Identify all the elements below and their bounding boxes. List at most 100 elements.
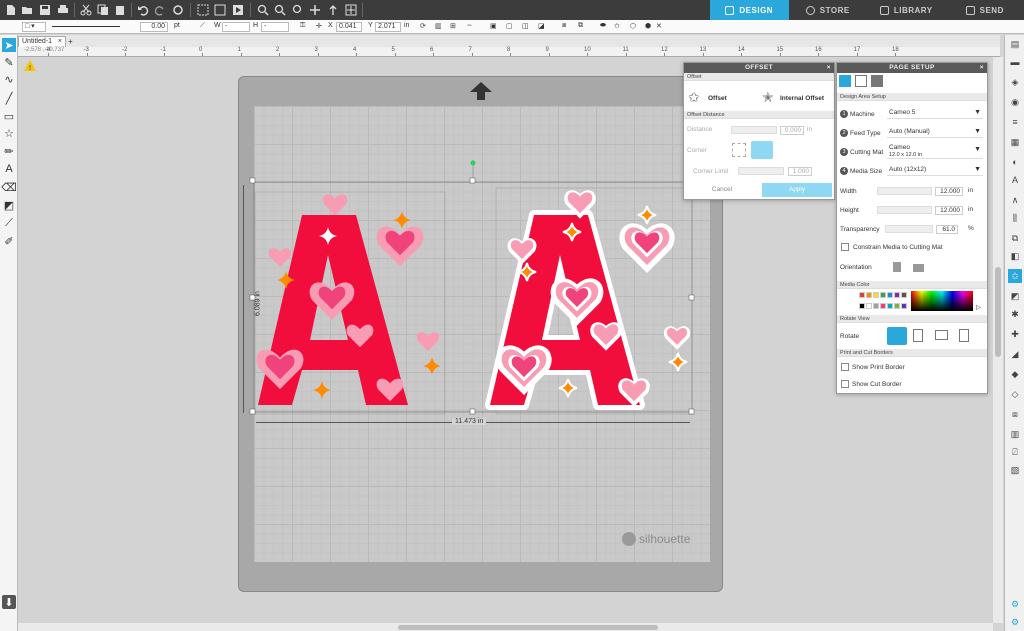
- color-swatch[interactable]: [880, 292, 886, 298]
- feed-type-select[interactable]: Auto (Manual) ▼: [887, 127, 983, 138]
- page-setup-tab-icon[interactable]: [839, 75, 851, 87]
- save-icon[interactable]: [38, 3, 52, 17]
- replicate-icon[interactable]: ⧉: [1008, 231, 1022, 245]
- copy-icon[interactable]: [96, 3, 110, 17]
- pan-icon[interactable]: [308, 3, 322, 17]
- color-swatch[interactable]: [894, 302, 900, 309]
- width-input[interactable]: 12.000: [935, 187, 963, 196]
- y-input[interactable]: 2.071: [375, 22, 401, 32]
- color-swatch[interactable]: [894, 292, 900, 298]
- color-swatch[interactable]: [901, 292, 907, 298]
- width-slider[interactable]: [877, 187, 932, 195]
- line-width-input[interactable]: 0.00: [140, 22, 168, 32]
- zoom-out-icon[interactable]: [273, 3, 287, 17]
- map-icon[interactable]: ▥: [1008, 427, 1022, 441]
- select-all-icon[interactable]: [196, 3, 210, 17]
- spectrum-arrow-icon[interactable]: ▷: [976, 303, 981, 311]
- tab-store[interactable]: STORE: [789, 0, 868, 20]
- color-swatch[interactable]: [873, 302, 879, 309]
- release-icon[interactable]: ◪: [538, 22, 545, 30]
- deselect-icon[interactable]: [213, 3, 227, 17]
- show-cut-border-checkbox[interactable]: [841, 380, 849, 388]
- open-folder-icon[interactable]: [20, 3, 34, 17]
- rotate-270-button[interactable]: [959, 329, 969, 342]
- cancel-button[interactable]: Cancel: [688, 183, 756, 197]
- color-swatch[interactable]: [887, 292, 893, 298]
- fit-page-icon[interactable]: [326, 3, 340, 17]
- page-setup-icon[interactable]: ▤: [1008, 37, 1022, 51]
- transparency-slider[interactable]: [885, 225, 933, 233]
- corner-round-button[interactable]: [751, 141, 773, 159]
- resize-handle[interactable]: [469, 408, 476, 415]
- resize-handle[interactable]: [688, 294, 695, 301]
- new-file-icon[interactable]: [4, 3, 18, 17]
- refresh-icon[interactable]: [171, 3, 185, 17]
- select-tool-icon[interactable]: [231, 3, 245, 17]
- path-tool-icon[interactable]: ∿: [2, 72, 16, 86]
- tab-library[interactable]: LIBRARY: [867, 0, 946, 20]
- compound-icon[interactable]: ◫: [522, 22, 529, 30]
- transparency-icon[interactable]: ◐: [1008, 155, 1022, 169]
- color-swatch[interactable]: [866, 292, 872, 298]
- download-icon[interactable]: ⬇: [2, 595, 16, 609]
- line-style-picker[interactable]: [52, 26, 120, 27]
- lock-ratio-icon[interactable]: ⚿: [300, 22, 305, 30]
- width-input[interactable]: -: [222, 22, 250, 32]
- polygon-tool-icon[interactable]: ☆: [2, 126, 16, 140]
- eyedropper-tool-icon[interactable]: ✐: [2, 234, 16, 248]
- cut-icon[interactable]: [79, 3, 93, 17]
- eraser-tool-icon[interactable]: ◩: [2, 198, 16, 212]
- text-to-path-icon[interactable]: ⍁: [1008, 445, 1022, 459]
- nesting-icon[interactable]: ◆: [1008, 367, 1022, 381]
- transform-icon[interactable]: ◧: [1008, 249, 1022, 263]
- vertical-scrollbar[interactable]: [993, 57, 1003, 623]
- landscape-icon[interactable]: [913, 264, 924, 272]
- x-input[interactable]: 0.041: [336, 22, 362, 32]
- height-slider[interactable]: [877, 206, 932, 214]
- color-icon[interactable]: ◉: [1008, 95, 1022, 109]
- letter-a-offset[interactable]: [490, 192, 691, 405]
- corner-limit-slider[interactable]: [738, 167, 784, 175]
- grid-tab-icon[interactable]: [855, 75, 867, 87]
- constrain-media-checkbox[interactable]: [841, 243, 849, 251]
- mirror-icon[interactable]: ⧈: [562, 22, 566, 30]
- help-icon[interactable]: ⚙: [1008, 615, 1022, 629]
- horizontal-scrollbar[interactable]: [18, 623, 993, 631]
- align-center-icon[interactable]: ⊞: [450, 22, 456, 30]
- weld-icon[interactable]: ⬬: [600, 22, 606, 30]
- corner-limit-input[interactable]: 1.000: [788, 167, 812, 176]
- zoom-in-icon[interactable]: [256, 3, 270, 17]
- rotate-handle[interactable]: [470, 160, 476, 166]
- layout-tab-icon[interactable]: [871, 75, 883, 87]
- pencil-tool-icon[interactable]: ✏: [2, 144, 16, 158]
- rotate-180-button[interactable]: [935, 330, 948, 340]
- rotate-icon[interactable]: ⟳: [420, 22, 426, 30]
- zoom-box-icon[interactable]: [291, 3, 305, 17]
- fill-pattern-icon[interactable]: ▦: [1008, 135, 1022, 149]
- rotate-90-button[interactable]: [913, 329, 923, 342]
- new-tab-button[interactable]: +: [68, 37, 73, 46]
- machine-select[interactable]: Cameo 5 ▼: [887, 108, 983, 119]
- color-swatch[interactable]: [873, 292, 879, 298]
- align-panel-icon[interactable]: ⫼: [1008, 211, 1022, 225]
- resize-handle[interactable]: [688, 408, 695, 415]
- color-swatch[interactable]: [866, 302, 872, 309]
- line-color-picker[interactable]: □ ▾: [22, 22, 46, 32]
- ungroup-icon[interactable]: ▢: [506, 22, 513, 30]
- modify-icon[interactable]: ✱: [1008, 307, 1022, 321]
- height-input[interactable]: 12.000: [935, 206, 963, 215]
- close-icon[interactable]: ✕: [656, 22, 662, 30]
- show-print-border-checkbox[interactable]: [841, 363, 849, 371]
- internal-offset-button[interactable]: ✭ Internal Offset: [760, 87, 834, 109]
- color-spectrum-picker[interactable]: [911, 291, 973, 311]
- cutting-mat-select[interactable]: Cameo 12.0 x 12.0 in ▼: [887, 143, 983, 159]
- resize-handle[interactable]: [249, 408, 256, 415]
- layers-icon[interactable]: ◇: [1008, 387, 1022, 401]
- print-icon[interactable]: [56, 3, 70, 17]
- text-style-icon[interactable]: A: [1008, 173, 1022, 187]
- tab-design[interactable]: DESIGN: [710, 0, 789, 20]
- trace-icon[interactable]: ◩: [1008, 289, 1022, 303]
- distance-slider[interactable]: [731, 126, 777, 134]
- color-swatch[interactable]: [901, 302, 907, 309]
- align-icon[interactable]: ▥: [435, 22, 442, 30]
